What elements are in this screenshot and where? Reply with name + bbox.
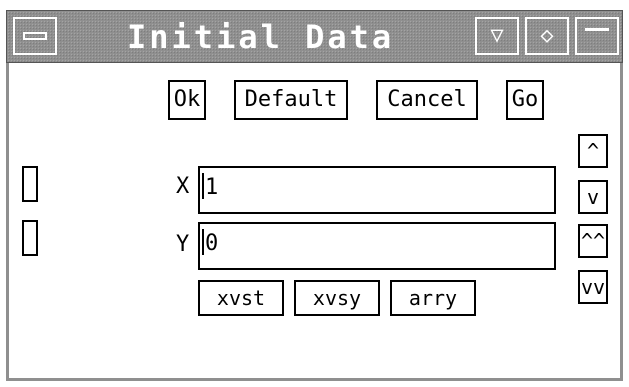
y-toggle[interactable] <box>22 220 38 256</box>
cancel-button[interactable]: Cancel <box>376 80 478 120</box>
default-button[interactable]: Default <box>234 80 348 120</box>
title-bar[interactable]: Initial Data ▽ ◇ <box>6 10 623 63</box>
y-value: 0 <box>205 231 219 256</box>
window-menu-icon <box>23 32 47 40</box>
scroll-up-button[interactable]: ^ <box>578 134 608 168</box>
page-up-button[interactable]: ^^ <box>578 224 608 258</box>
close-icon <box>585 27 609 31</box>
y-label: Y <box>176 232 190 257</box>
text-cursor <box>202 229 204 255</box>
scroll-down-button[interactable]: v <box>578 180 608 214</box>
x-toggle[interactable] <box>22 166 38 202</box>
x-value: 1 <box>205 175 219 200</box>
arry-button[interactable]: arry <box>390 280 476 316</box>
maximize-icon: ◇ <box>540 23 554 48</box>
minimize-icon: ▽ <box>490 23 504 48</box>
close-button[interactable] <box>575 17 619 55</box>
xvsy-button[interactable]: xvsy <box>294 280 380 316</box>
window-menu-button[interactable] <box>13 17 57 55</box>
go-button[interactable]: Go <box>506 80 544 120</box>
x-input[interactable]: 1 <box>198 166 556 214</box>
minimize-button[interactable]: ▽ <box>475 17 519 55</box>
x-label: X <box>176 174 190 199</box>
y-input[interactable]: 0 <box>198 222 556 270</box>
window-title: Initial Data <box>127 18 395 56</box>
maximize-button[interactable]: ◇ <box>525 17 569 55</box>
xvst-button[interactable]: xvst <box>198 280 284 316</box>
ok-button[interactable]: Ok <box>168 80 206 120</box>
initial-data-window: Initial Data ▽ ◇ Ok Default Cancel Go X … <box>0 0 629 387</box>
text-cursor <box>202 173 204 199</box>
page-down-button[interactable]: vv <box>578 270 608 304</box>
